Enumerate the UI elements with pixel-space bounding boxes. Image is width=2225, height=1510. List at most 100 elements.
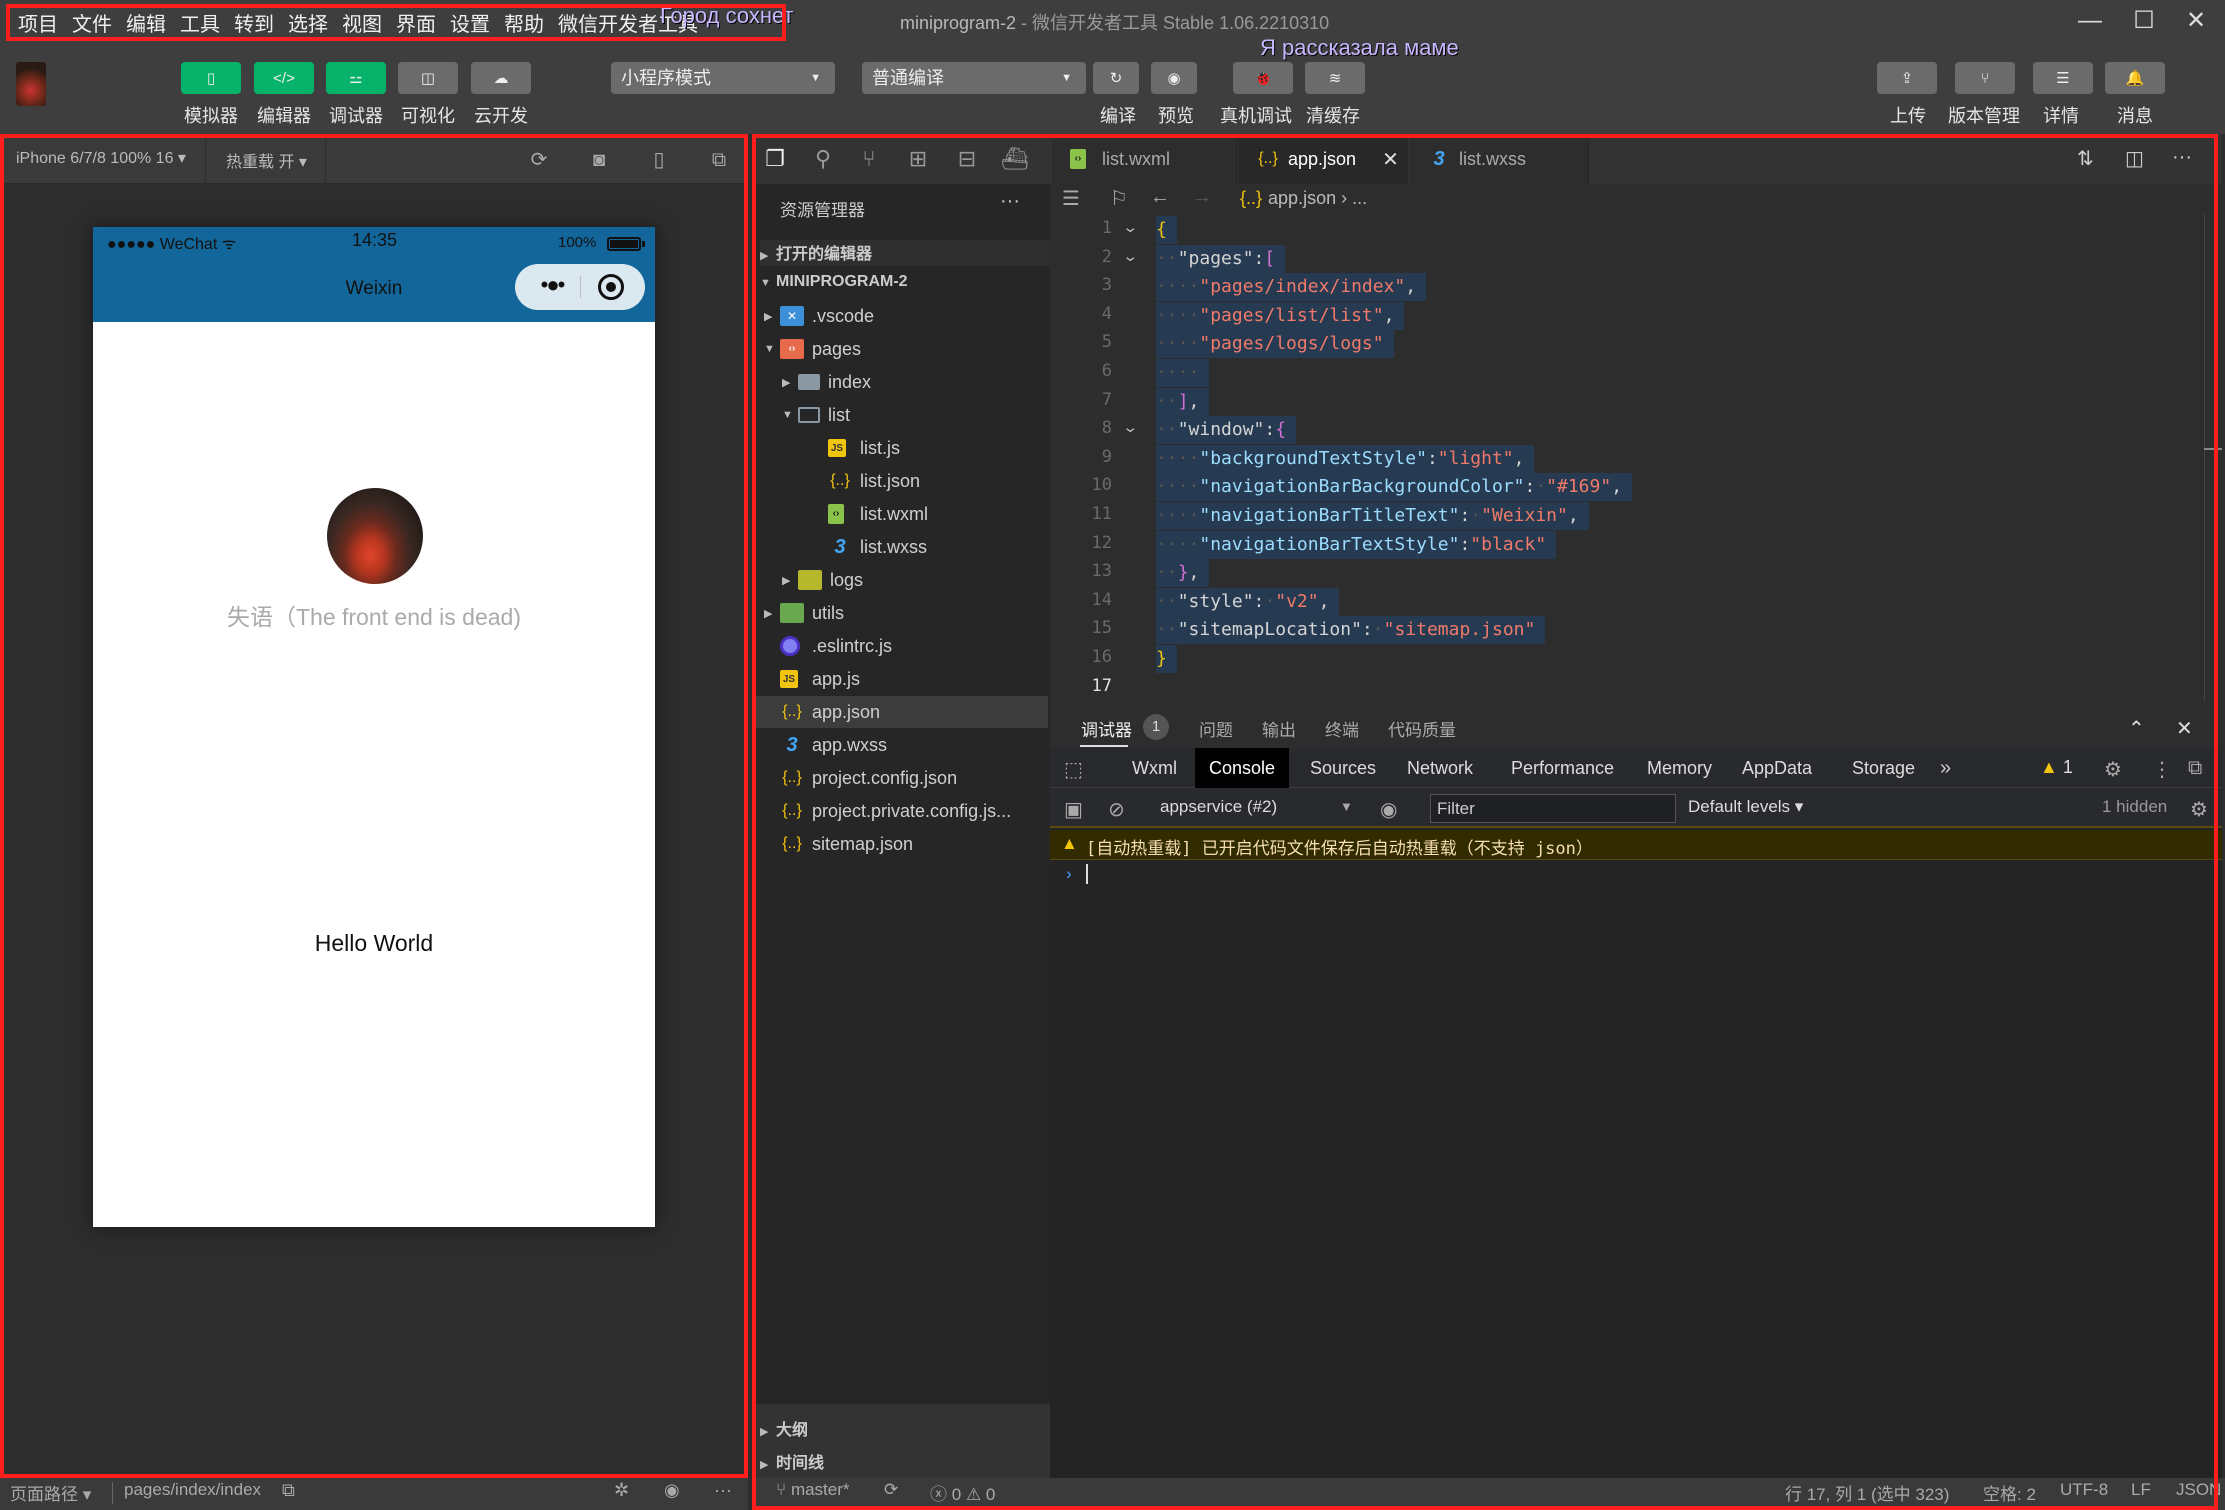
explorer-more-button[interactable]: ··· (1000, 190, 1020, 213)
tab-terminal[interactable]: 终端 (1325, 716, 1359, 741)
menu-item[interactable]: 编辑 (126, 8, 166, 37)
tab-output[interactable]: 输出 (1262, 716, 1296, 741)
popout-icon[interactable]: ⧉ (707, 148, 731, 172)
tab-app-json[interactable]: {..} app.json ✕ (1238, 134, 1408, 184)
bookmark-icon[interactable]: ⚐ (1110, 186, 1128, 211)
eye-icon[interactable]: ◉ (664, 1480, 680, 1501)
settings-gear-icon[interactable]: ⚙ (2104, 757, 2122, 782)
devtools-tab-network[interactable]: Network (1393, 748, 1487, 788)
devtools-tab-memory[interactable]: Memory (1633, 748, 1726, 788)
split-editor-icon[interactable]: ◫ (2125, 146, 2144, 171)
back-arrow-icon[interactable]: ← (1150, 186, 1170, 209)
outline-list-icon[interactable]: ☰ (1062, 186, 1080, 211)
fold-chevron-icon[interactable]: ⌄ (1122, 218, 1138, 236)
bug-icon[interactable]: ✲ (614, 1480, 629, 1501)
toolbar-button-phone[interactable]: ▯ (181, 62, 241, 94)
menu-item[interactable]: 帮助 (504, 8, 544, 37)
chevron-up-icon[interactable]: ⌃ (2128, 716, 2145, 741)
devtools-tab-appdata[interactable]: AppData (1728, 748, 1826, 788)
menu-item[interactable]: 转到 (234, 8, 274, 37)
tree-item[interactable]: JS app.js (752, 663, 1048, 695)
action-button-branch[interactable]: ⑂ (1955, 62, 2015, 94)
outline-section[interactable]: ▶ 大纲 (760, 1416, 808, 1440)
tab-list-wxml[interactable]: ‹› list.wxml (1052, 134, 1237, 184)
sync-icon[interactable]: ⟳ (884, 1480, 898, 1500)
tree-item[interactable]: {..} list.json (752, 465, 1048, 497)
end-of-line[interactable]: LF (2131, 1480, 2151, 1500)
kebab-menu-icon[interactable]: ⋮ (2152, 757, 2172, 782)
git-branch[interactable]: ⑂ master* (776, 1480, 850, 1500)
problems-summary[interactable]: ⓧ 0 ⚠ 0 (930, 1480, 995, 1505)
devtools-tab-wxml[interactable]: Wxml (1118, 748, 1191, 788)
action-button-eye[interactable]: ◉ (1151, 62, 1197, 94)
tree-item[interactable]: 3 app.wxss (752, 729, 1048, 761)
tree-item[interactable]: ▶ ✕ .vscode (752, 300, 1048, 332)
devtools-tab-performance[interactable]: Performance (1497, 748, 1628, 788)
menu-item[interactable]: 选择 (288, 8, 328, 37)
menu-item[interactable]: 工具 (180, 8, 220, 37)
menu-item[interactable]: 项目 (18, 8, 58, 37)
inspect-element-icon[interactable]: ⬚ (1064, 757, 1083, 782)
device-select[interactable]: iPhone 6/7/8 100% 16 ▾ (16, 148, 186, 168)
console-filter-input[interactable] (1430, 794, 1676, 823)
files-icon[interactable]: ❐ (762, 146, 788, 172)
storage-icon[interactable]: ⊟ (954, 146, 980, 172)
more-actions-icon[interactable]: ··· (2172, 146, 2192, 169)
forward-arrow-icon[interactable]: → (1192, 186, 1212, 209)
cursor-position[interactable]: 行 17, 列 1 (选中 323) (1785, 1480, 1949, 1505)
phone-rotate-icon[interactable]: ▯ (647, 148, 671, 172)
tree-item[interactable]: ▶ logs (752, 564, 1048, 596)
devtools-tab-console[interactable]: Console (1195, 748, 1290, 788)
tree-item[interactable]: ‹› list.wxml (752, 498, 1048, 530)
action-button-bug[interactable]: 🐞 (1233, 62, 1293, 94)
source-control-icon[interactable]: ⑂ (856, 146, 882, 172)
action-button-layers[interactable]: ≋ (1305, 62, 1365, 94)
tree-item[interactable]: {..} project.private.config.js... (752, 795, 1048, 827)
compare-icon[interactable]: ⇅ (2077, 146, 2094, 171)
tree-item[interactable]: ▼ ‹› pages (752, 333, 1048, 365)
close-panel-icon[interactable]: ✕ (2176, 716, 2193, 741)
fold-chevron-icon[interactable]: ⌄ (1122, 418, 1138, 436)
menu-item[interactable]: 界面 (396, 8, 436, 37)
menu-item[interactable]: 视图 (342, 8, 382, 37)
tab-list-wxss[interactable]: 3 list.wxss (1409, 134, 1589, 184)
copy-icon[interactable]: ⧉ (282, 1480, 295, 1501)
hot-reload-select[interactable]: 热重载 开 ▾ (226, 148, 307, 172)
toolbar-button-debugger[interactable]: ⚍ (326, 62, 386, 94)
context-select[interactable]: appservice (#2) (1160, 797, 1277, 817)
mode-select[interactable]: 小程序模式 ▼ (611, 62, 835, 94)
indentation[interactable]: 空格: 2 (1983, 1480, 2036, 1505)
reload-icon[interactable]: ⟳ (527, 148, 551, 172)
tree-item[interactable]: ▶ index (752, 366, 1048, 398)
more-icon[interactable]: ··· (714, 1480, 732, 1501)
page-path-select[interactable]: 页面路径 ▾ (10, 1480, 91, 1505)
tab-debugger[interactable]: 调试器 (1081, 716, 1132, 741)
extensions-icon[interactable]: ⊞ (905, 146, 931, 172)
tab-problems[interactable]: 问题 (1199, 716, 1233, 741)
breadcrumb[interactable]: {..} app.json › ... (1240, 188, 1367, 209)
open-editors-section[interactable]: ▶ 打开的编辑器 (760, 240, 1050, 266)
tree-item[interactable]: .eslintrc.js (752, 630, 1048, 662)
devtools-tab-storage[interactable]: Storage (1838, 748, 1929, 788)
sidebar-toggle-icon[interactable]: ▣ (1064, 797, 1083, 822)
project-section[interactable]: ▼ MINIPROGRAM-2 (760, 273, 908, 291)
devtools-tab-sources[interactable]: Sources (1296, 748, 1390, 788)
scrollbar-track[interactable] (2204, 214, 2205, 700)
console-settings-gear-icon[interactable]: ⚙ (2190, 797, 2208, 822)
compile-select[interactable]: 普通编译 ▼ (862, 62, 1086, 94)
action-button-refresh[interactable]: ↻ (1093, 62, 1139, 94)
action-button-upload[interactable]: ⇪ (1877, 62, 1937, 94)
tree-item[interactable]: JS list.js (752, 432, 1048, 464)
tab-code-quality[interactable]: 代码质量 (1388, 716, 1456, 741)
minimize-button[interactable]: — (2070, 4, 2110, 38)
tree-item[interactable]: 3 list.wxss (752, 531, 1048, 563)
clear-console-icon[interactable]: ⊘ (1108, 797, 1125, 822)
dock-icon[interactable]: ⧉ (2188, 757, 2202, 780)
live-expression-eye-icon[interactable]: ◉ (1380, 797, 1397, 822)
docker-icon[interactable]: ⛴ (1001, 146, 1029, 172)
fold-chevron-icon[interactable]: ⌄ (1122, 247, 1138, 265)
more-tabs-button[interactable]: » (1940, 757, 1951, 780)
action-button-bell[interactable]: 🔔 (2105, 62, 2165, 94)
toolbar-button-layout[interactable]: ◫ (398, 62, 458, 94)
tree-item[interactable]: ▼ list (752, 399, 1048, 431)
